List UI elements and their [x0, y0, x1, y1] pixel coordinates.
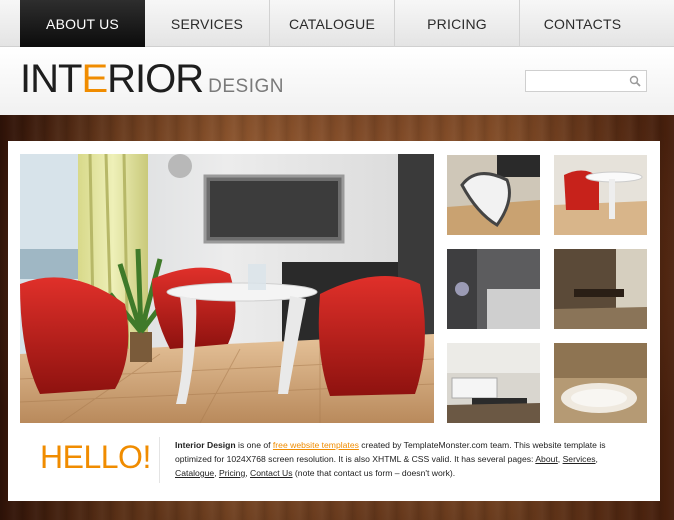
contact-us-link[interactable]: Contact Us: [250, 468, 293, 478]
gallery-thumbnail-5[interactable]: [447, 343, 540, 423]
nav-item-pricing[interactable]: PRICING: [395, 0, 520, 47]
catalogue-link[interactable]: Catalogue: [175, 468, 214, 478]
gallery-thumbnail-3[interactable]: [447, 249, 540, 329]
search-input[interactable]: [529, 72, 629, 90]
logo-subtitle: DESIGN: [208, 76, 284, 97]
services-link[interactable]: Services: [563, 454, 596, 464]
logo-text-end: RIOR: [107, 57, 204, 101]
logo-accent-letter: E: [81, 57, 108, 101]
intro-paragraph: Interior Design is one of free website t…: [175, 438, 615, 480]
gallery-thumbnail-6[interactable]: [554, 343, 647, 423]
divider: [159, 437, 160, 483]
nav-item-catalogue[interactable]: CATALOGUE: [270, 0, 395, 47]
intro-text-3: (note that contact us form – doesn't wor…: [292, 468, 456, 478]
separator: ,: [595, 454, 598, 464]
pricing-link[interactable]: Pricing: [219, 468, 245, 478]
content-panel: HELLO! Interior Design is one of free we…: [8, 141, 660, 501]
main-navigation: ABOUT US SERVICES CATALOGUE PRICING CONT…: [0, 0, 674, 47]
gallery-thumbnail-2[interactable]: [554, 155, 647, 235]
gallery-thumbnail-4[interactable]: [554, 249, 647, 329]
logo-title: INTERIOR: [20, 57, 204, 101]
search-box: [525, 70, 647, 92]
hello-heading: HELLO!: [40, 439, 151, 475]
site-logo[interactable]: INTERIOR DESIGN: [20, 59, 284, 99]
free-templates-link[interactable]: free website templates: [273, 440, 359, 450]
about-link[interactable]: About: [535, 454, 557, 464]
gallery-thumbnail-1[interactable]: [447, 155, 540, 235]
nav-item-about-us[interactable]: ABOUT US: [20, 0, 145, 47]
hero-image: [20, 154, 434, 423]
site-header: INTERIOR DESIGN: [0, 47, 674, 115]
intro-site-name: Interior Design: [175, 440, 236, 450]
nav-item-services[interactable]: SERVICES: [145, 0, 270, 47]
intro-text-1: is one of: [235, 440, 273, 450]
nav-item-contacts[interactable]: CONTACTS: [520, 0, 645, 47]
magnifier-icon[interactable]: [629, 75, 641, 87]
logo-text-start: INT: [20, 57, 82, 101]
